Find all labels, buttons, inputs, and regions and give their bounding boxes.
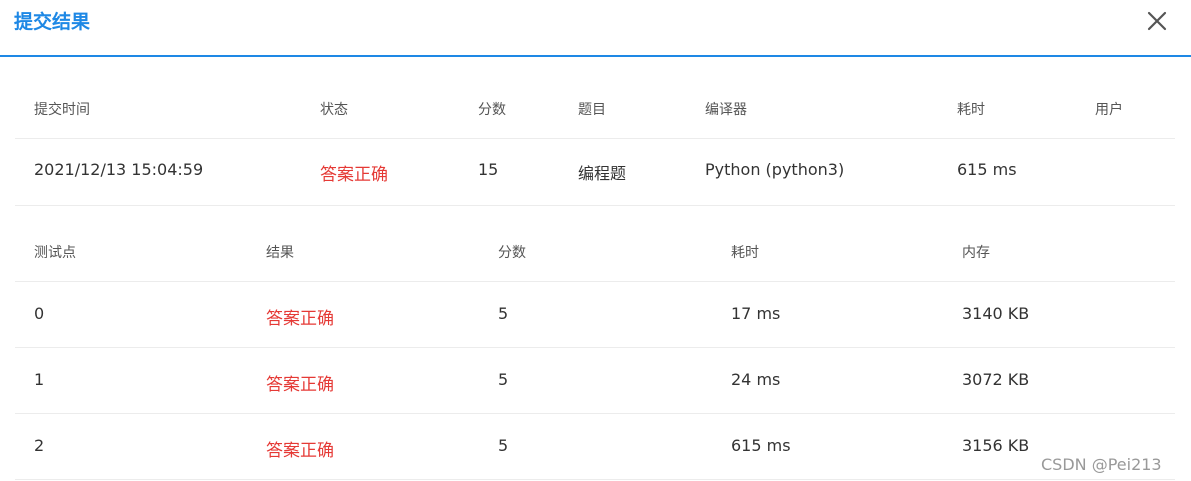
close-icon[interactable] xyxy=(1146,10,1168,32)
column-header-testduration: 耗时 xyxy=(731,245,759,261)
submission-table-header: 提交时间 状态 分数 题目 编译器 耗时 用户 xyxy=(15,99,1175,139)
testcase-table-header: 测试点 结果 分数 耗时 内存 xyxy=(15,242,1175,282)
testcase-memory: 3072 KB xyxy=(962,370,1030,389)
column-header-problem: 题目 xyxy=(578,102,606,118)
table-row: 0 答案正确 5 17 ms 3140 KB xyxy=(15,304,1175,348)
column-header-memory: 内存 xyxy=(962,245,990,261)
testcase-point: 2 xyxy=(34,436,45,455)
dialog-header: 提交结果 xyxy=(0,0,1191,57)
submission-result-dialog: 提交结果 提交时间 状态 分数 题目 编译器 耗时 用户 2021/12/13 … xyxy=(0,0,1191,481)
testcase-duration: 17 ms xyxy=(731,304,781,323)
submission-compiler: Python (python3) xyxy=(705,160,845,179)
column-header-status: 状态 xyxy=(320,102,348,118)
testcase-point: 1 xyxy=(34,370,45,389)
column-header-testpoint: 测试点 xyxy=(34,245,76,261)
table-row: 1 答案正确 5 24 ms 3072 KB xyxy=(15,370,1175,414)
testcase-memory: 3140 KB xyxy=(962,304,1030,323)
submission-score: 15 xyxy=(478,160,499,179)
column-header-score: 分数 xyxy=(478,102,506,118)
submission-problem: 编程题 xyxy=(578,164,627,183)
column-header-testscore: 分数 xyxy=(498,245,526,261)
testcase-duration: 24 ms xyxy=(731,370,781,389)
submission-duration: 615 ms xyxy=(957,160,1017,179)
testcase-result: 答案正确 xyxy=(266,309,334,329)
column-header-compiler: 编译器 xyxy=(705,102,747,118)
submission-time: 2021/12/13 15:04:59 xyxy=(34,160,204,179)
column-header-user: 用户 xyxy=(1095,102,1123,118)
testcase-point: 0 xyxy=(34,304,45,323)
watermark: CSDN @Pei213 xyxy=(1041,455,1162,474)
testcase-memory: 3156 KB xyxy=(962,436,1030,455)
column-header-duration: 耗时 xyxy=(957,102,985,118)
dialog-title: 提交结果 xyxy=(14,11,91,33)
testcase-score: 5 xyxy=(498,436,509,455)
testcase-score: 5 xyxy=(498,370,509,389)
testcase-result: 答案正确 xyxy=(266,441,334,461)
column-header-result: 结果 xyxy=(266,245,294,261)
testcase-result: 答案正确 xyxy=(266,375,334,395)
submission-row: 2021/12/13 15:04:59 答案正确 15 编程题 Python (… xyxy=(15,160,1175,206)
testcase-score: 5 xyxy=(498,304,509,323)
submission-status: 答案正确 xyxy=(320,165,388,185)
table-row: 2 答案正确 5 615 ms 3156 KB xyxy=(15,436,1175,480)
column-header-time: 提交时间 xyxy=(34,102,90,118)
testcase-duration: 615 ms xyxy=(731,436,791,455)
